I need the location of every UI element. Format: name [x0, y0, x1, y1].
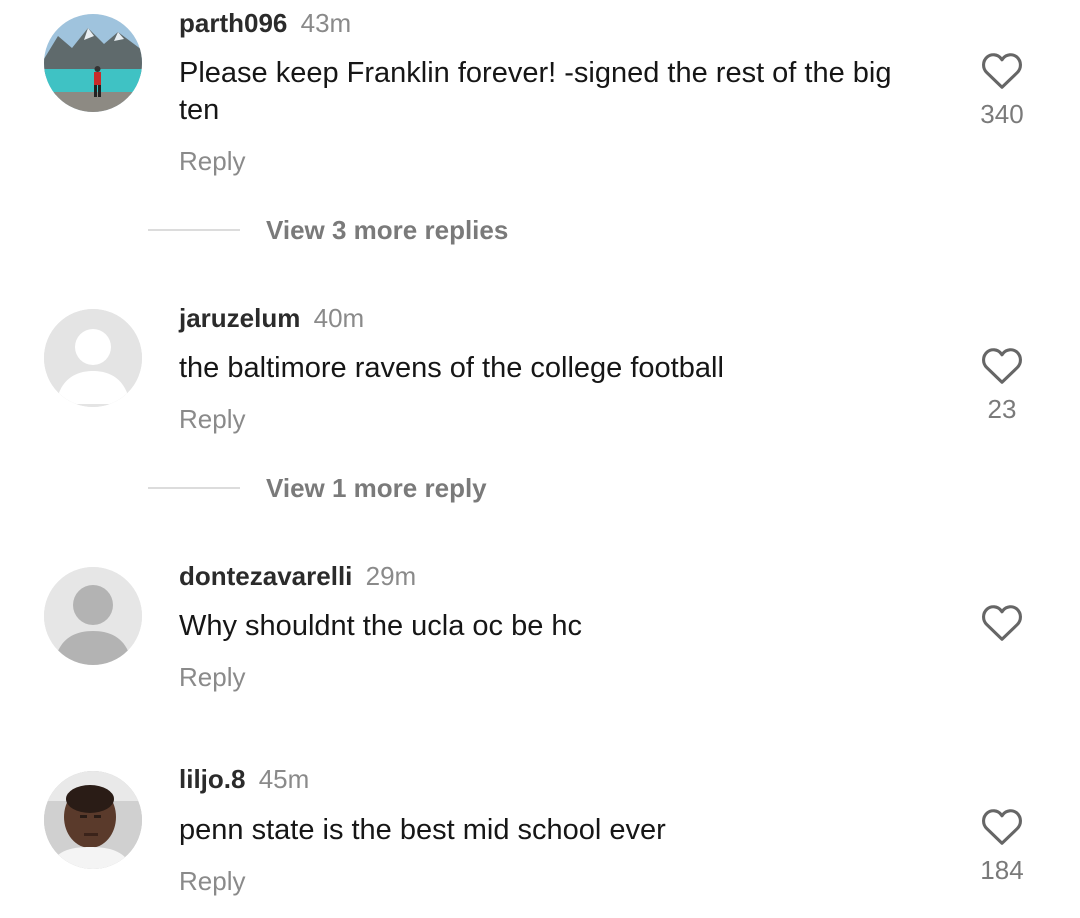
like-count: 340: [980, 99, 1024, 129]
person-photo: [44, 771, 142, 869]
avatar[interactable]: [44, 567, 142, 665]
default-avatar-icon: [44, 309, 142, 407]
heart-outline-icon: [982, 348, 1022, 384]
avatar[interactable]: [44, 309, 142, 407]
comment-text: the baltimore ravens of the college foot…: [179, 352, 724, 384]
view-more-replies[interactable]: View 1 more reply: [148, 472, 487, 504]
timestamp: 45m: [258, 764, 310, 794]
timestamp: 29m: [365, 561, 417, 591]
view-more-label: View 1 more reply: [266, 472, 487, 503]
username[interactable]: parth096: [179, 8, 287, 38]
divider-line: [148, 229, 240, 231]
comment-meta: jaruzelum 40m: [179, 302, 364, 334]
reply-button[interactable]: Reply: [179, 403, 245, 435]
heart-outline-icon: [982, 53, 1022, 89]
reply-button[interactable]: Reply: [179, 145, 245, 177]
view-more-replies[interactable]: View 3 more replies: [148, 214, 508, 246]
username[interactable]: dontezavarelli: [179, 561, 352, 591]
timestamp: 43m: [300, 8, 352, 38]
reply-button[interactable]: Reply: [179, 661, 245, 693]
comment-text: Please keep Franklin forever! -signed th…: [179, 57, 892, 126]
landscape-photo: [44, 14, 142, 112]
comment-text: penn state is the best mid school ever: [179, 814, 666, 846]
avatar[interactable]: [44, 771, 142, 869]
comment-meta: dontezavarelli 29m: [179, 560, 416, 592]
timestamp: 40m: [313, 303, 365, 333]
avatar[interactable]: [44, 14, 142, 112]
username[interactable]: jaruzelum: [179, 303, 300, 333]
comment-text: Why shouldnt the ucla oc be hc: [179, 610, 583, 642]
like-count: 23: [987, 394, 1017, 424]
like-button[interactable]: [970, 602, 1034, 650]
like-button[interactable]: 340: [970, 50, 1034, 130]
comment-meta: parth096 43m: [179, 7, 351, 39]
heart-outline-icon: [982, 809, 1022, 845]
like-button[interactable]: 184: [970, 806, 1034, 886]
heart-outline-icon: [982, 605, 1022, 641]
like-button[interactable]: 23: [970, 345, 1034, 425]
default-avatar-icon: [44, 567, 142, 665]
comment-meta: liljo.8 45m: [179, 763, 309, 795]
view-more-label: View 3 more replies: [266, 214, 509, 245]
like-count: 184: [980, 855, 1024, 885]
divider-line: [148, 487, 240, 489]
username[interactable]: liljo.8: [179, 764, 245, 794]
reply-button[interactable]: Reply: [179, 865, 245, 897]
